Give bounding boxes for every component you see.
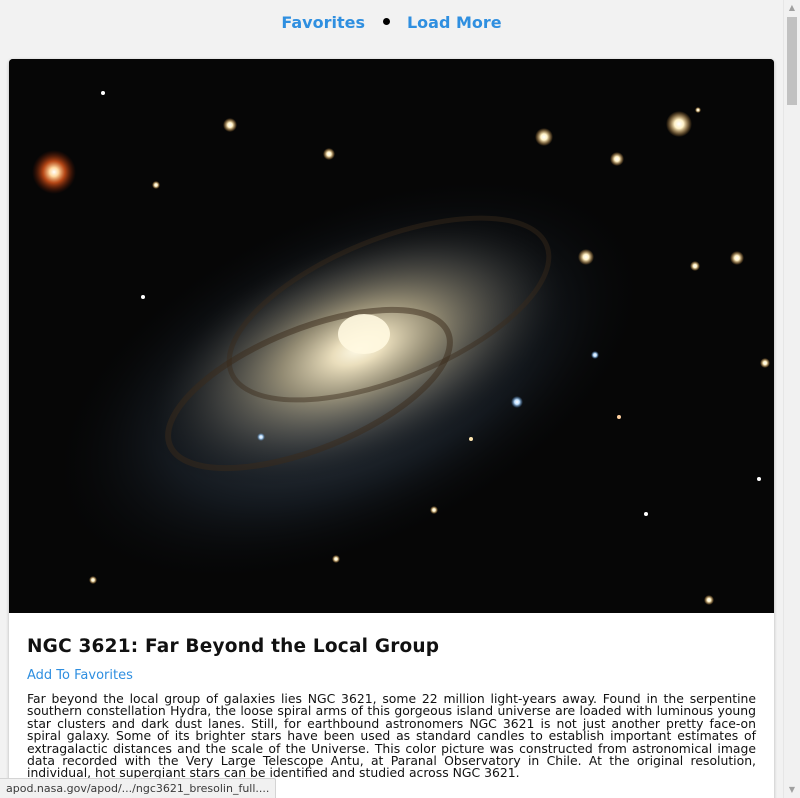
favorites-link[interactable]: Favorites [281,13,365,32]
link-status-bar: apod.nasa.gov/apod/.../ngc3621_bresolin_… [0,778,277,798]
galaxy-image-art [9,59,774,613]
page-viewport: Favorites Load More NGC 3621: Far Beyond… [0,0,800,798]
nav-separator-dot [382,17,390,25]
add-to-favorites-link[interactable]: Add To Favorites [27,668,133,683]
vertical-scrollbar[interactable]: ▲ ▼ [783,0,800,798]
scroll-up-arrow-icon[interactable]: ▲ [784,0,800,16]
galaxy-image[interactable] [9,59,774,613]
card-body: NGC 3621: Far Beyond the Local Group Add… [9,613,774,780]
scrollbar-thumb[interactable] [787,17,797,105]
post-description: Far beyond the local group of galaxies l… [27,691,756,781]
top-nav: Favorites Load More [0,0,783,44]
scroll-down-arrow-icon[interactable]: ▼ [784,782,800,798]
load-more-link[interactable]: Load More [407,13,502,32]
post-title: NGC 3621: Far Beyond the Local Group [27,636,440,657]
apod-card: NGC 3621: Far Beyond the Local Group Add… [9,59,774,798]
